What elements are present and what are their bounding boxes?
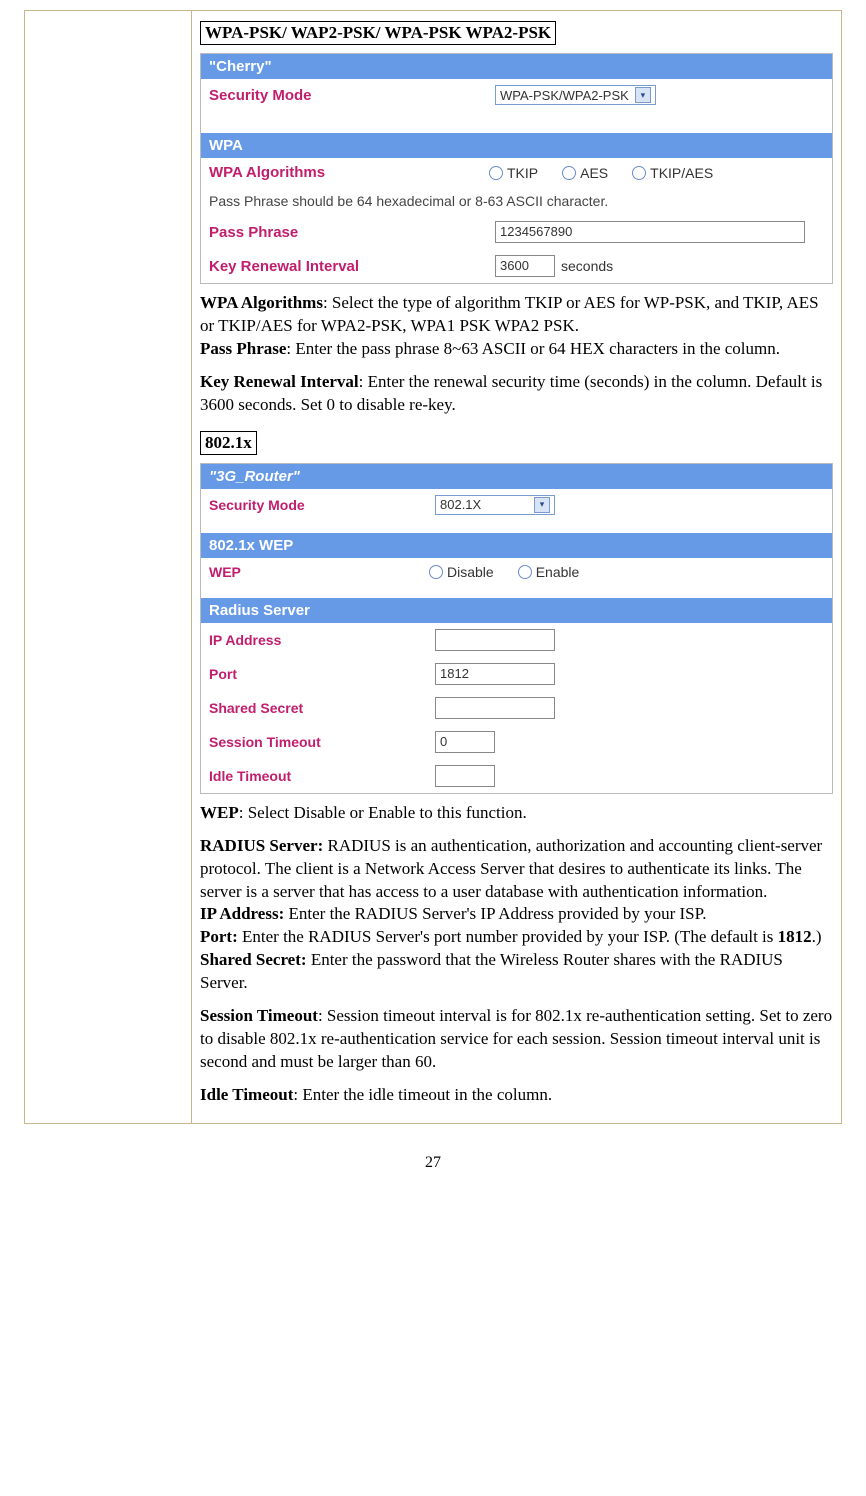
band-cherry: "Cherry" bbox=[201, 54, 832, 79]
wep-desc: WEP: Select Disable or Enable to this fu… bbox=[200, 802, 833, 825]
radio-icon bbox=[429, 565, 443, 579]
band-8021x-wep: 802.1x WEP bbox=[201, 533, 832, 558]
right-column: WPA-PSK/ WAP2-PSK/ WPA-PSK WPA2-PSK "Che… bbox=[192, 11, 842, 1124]
radio-aes[interactable]: AES bbox=[562, 165, 608, 181]
radio-icon bbox=[489, 166, 503, 180]
seconds-label: seconds bbox=[561, 258, 613, 274]
port-input[interactable]: 1812 bbox=[435, 663, 555, 685]
shared-secret-input[interactable] bbox=[435, 697, 555, 719]
session-timeout-input[interactable]: 0 bbox=[435, 731, 495, 753]
label-wpa-algorithms: WPA Algorithms bbox=[209, 164, 389, 181]
section-heading-wpa: WPA-PSK/ WAP2-PSK/ WPA-PSK WPA2-PSK bbox=[200, 21, 556, 45]
screenshot-8021x: "3G_Router" Security Mode 802.1X ▾ 802.1… bbox=[200, 463, 833, 794]
idle-timeout-desc: Idle Timeout: Enter the idle timeout in … bbox=[200, 1084, 833, 1107]
security-mode-value-2: 802.1X bbox=[440, 497, 481, 512]
label-security-mode-2: Security Mode bbox=[209, 497, 389, 513]
renewal-input[interactable]: 3600 bbox=[495, 255, 555, 277]
label-idle-timeout: Idle Timeout bbox=[209, 768, 389, 784]
label-security-mode: Security Mode bbox=[209, 87, 389, 104]
page-number: 27 bbox=[24, 1154, 842, 1172]
radio-icon bbox=[518, 565, 532, 579]
label-port: Port bbox=[209, 666, 389, 682]
label-ip-address: IP Address bbox=[209, 632, 389, 648]
session-timeout-desc: Session Timeout: Session timeout interva… bbox=[200, 1005, 833, 1074]
idle-timeout-input[interactable] bbox=[435, 765, 495, 787]
radio-wep-enable[interactable]: Enable bbox=[518, 564, 580, 580]
screenshot-wpa: "Cherry" Security Mode WPA-PSK/WPA2-PSK … bbox=[200, 53, 833, 284]
radio-tkip[interactable]: TKIP bbox=[489, 165, 538, 181]
security-mode-value: WPA-PSK/WPA2-PSK bbox=[500, 88, 629, 103]
band-router: "3G_Router" bbox=[201, 464, 832, 489]
label-wep: WEP bbox=[209, 564, 389, 580]
radio-wep-disable[interactable]: Disable bbox=[429, 564, 494, 580]
security-mode-select[interactable]: WPA-PSK/WPA2-PSK ▾ bbox=[495, 85, 656, 105]
chevron-down-icon: ▾ bbox=[534, 497, 550, 513]
security-mode-select-2[interactable]: 802.1X ▾ bbox=[435, 495, 555, 515]
label-shared-secret: Shared Secret bbox=[209, 700, 389, 716]
left-column bbox=[25, 11, 192, 1124]
label-session-timeout: Session Timeout bbox=[209, 734, 389, 750]
radio-tkipaes[interactable]: TKIP/AES bbox=[632, 165, 713, 181]
radius-desc: RADIUS Server: RADIUS is an authenticati… bbox=[200, 835, 833, 996]
ip-address-input[interactable] bbox=[435, 629, 555, 651]
band-wpa: WPA bbox=[201, 133, 832, 158]
chevron-down-icon: ▾ bbox=[635, 87, 651, 103]
label-key-renewal: Key Renewal Interval bbox=[209, 258, 389, 275]
wpa-algorithms-desc: WPA Algorithms: Select the type of algor… bbox=[200, 292, 833, 361]
radio-icon bbox=[632, 166, 646, 180]
pass-phrase-input[interactable]: 1234567890 bbox=[495, 221, 805, 243]
key-renewal-desc: Key Renewal Interval: Enter the renewal … bbox=[200, 371, 833, 417]
section-heading-8021x: 802.1x bbox=[200, 431, 257, 455]
passphrase-note: Pass Phrase should be 64 hexadecimal or … bbox=[201, 187, 832, 215]
label-pass-phrase: Pass Phrase bbox=[209, 224, 389, 241]
band-radius: Radius Server bbox=[201, 598, 832, 623]
radio-icon bbox=[562, 166, 576, 180]
